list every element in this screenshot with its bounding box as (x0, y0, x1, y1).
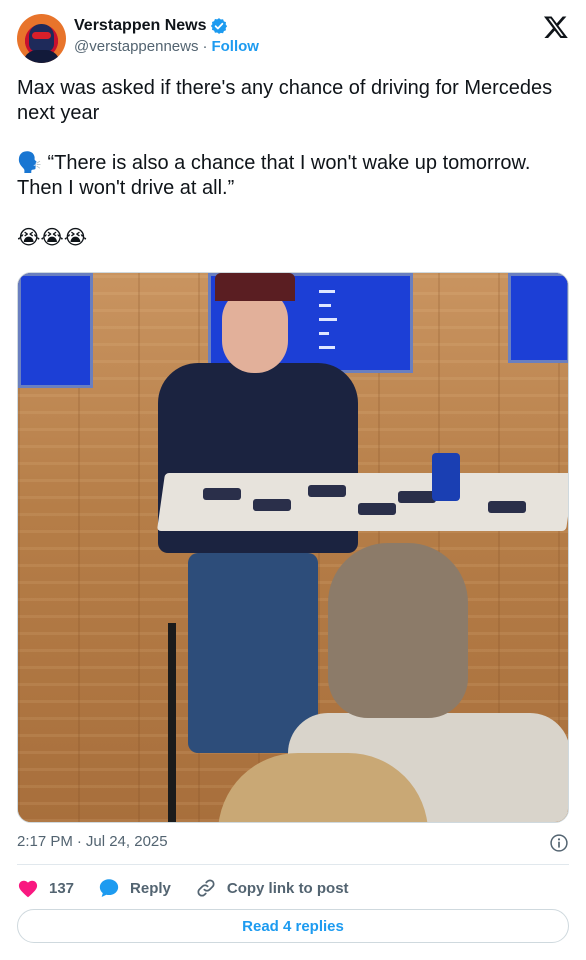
photo-driver-legs (188, 553, 318, 753)
like-button[interactable]: 137 (17, 878, 74, 898)
photo-phone (488, 501, 526, 513)
post-date: Jul 24, 2025 (85, 833, 168, 850)
reply-button[interactable]: Reply (98, 877, 171, 899)
photo-driver-cap (215, 273, 295, 301)
copy-link-button[interactable]: Copy link to post (195, 877, 349, 899)
embedded-post-card: Verstappen News @verstappennews · Follow… (0, 0, 586, 960)
heart-icon (18, 880, 38, 898)
photo-phone (203, 488, 241, 500)
x-logo-icon[interactable] (543, 14, 569, 40)
copy-link-label: Copy link to post (226, 879, 349, 897)
photo-drink-can (432, 453, 460, 501)
follow-button[interactable]: Follow (211, 38, 259, 55)
author-name-row: Verstappen News (74, 16, 228, 36)
link-icon (197, 879, 215, 897)
read-replies-button[interactable]: Read 4 replies (17, 909, 569, 943)
photo-phone (308, 485, 346, 497)
avatar-visor (32, 32, 51, 39)
reply-bubble-icon (99, 879, 119, 897)
photo-screen-left (18, 273, 93, 388)
reply-label: Reply (130, 879, 171, 897)
photo-driver-head (222, 289, 288, 373)
post-time: 2:17 PM (17, 833, 73, 850)
like-count: 137 (49, 879, 75, 897)
photo-stool (168, 623, 176, 822)
verified-badge-icon (210, 18, 227, 34)
divider (17, 864, 569, 865)
info-icon[interactable] (549, 833, 569, 853)
avatar[interactable] (17, 14, 66, 63)
photo-phone (358, 503, 396, 515)
photo-audience-head (328, 543, 468, 718)
action-bar: 137 Reply Copy link to post (17, 876, 373, 900)
post-timestamp[interactable]: 2:17 PM · Jul 24, 2025 (17, 833, 168, 850)
photo-screen-right (508, 273, 568, 363)
author-handle-row: @verstappennews · Follow (74, 38, 259, 55)
handle-separator: · (202, 38, 208, 55)
author-handle[interactable]: @verstappennews (74, 38, 198, 55)
photo-phone (398, 491, 436, 503)
photo-phone (253, 499, 291, 511)
tweet-text: Max was asked if there's any chance of d… (17, 77, 553, 249)
avatar-shoulders (23, 50, 60, 63)
author-display-name[interactable]: Verstappen News (74, 17, 207, 35)
timestamp-separator: · (76, 833, 82, 850)
tweet-photo[interactable] (17, 272, 569, 823)
